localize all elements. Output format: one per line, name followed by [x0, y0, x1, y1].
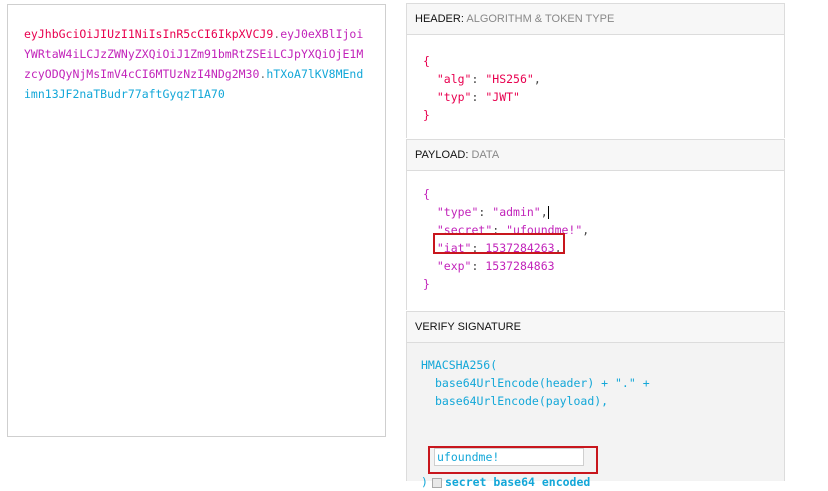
base64-checkbox[interactable] [431, 477, 442, 488]
json-value: "HS256" [485, 72, 534, 86]
header-subtitle: ALGORITHM & TOKEN TYPE [466, 13, 615, 25]
json-key: "typ" [436, 90, 472, 104]
json-key: "alg" [436, 72, 472, 86]
verify-signature-section: VERIFY SIGNATURE HMACSHA256( base64UrlEn… [406, 311, 785, 489]
json-open-brace: { [423, 187, 430, 201]
encoded-token-text[interactable]: eyJhbGciOiJIUzI1NiIsInR5cCI6IkpXVCJ9.eyJ… [24, 24, 364, 104]
hmac-function: HMACSHA256( [421, 358, 498, 372]
json-value: 1537284863 [485, 259, 555, 273]
header-section-title: HEADER: ALGORITHM & TOKEN TYPE [407, 3, 784, 35]
payload-section-title: PAYLOAD: DATA [407, 139, 784, 171]
json-field: "alg": "HS256", [436, 72, 541, 86]
encoded-token-panel[interactable]: eyJhbGciOiJIUzI1NiIsInR5cCI6IkpXVCJ9.eyJ… [7, 4, 386, 437]
json-key: "exp" [436, 259, 472, 273]
json-field: "typ": "JWT" [436, 90, 520, 104]
token-header-part: eyJhbGciOiJIUzI1NiIsInR5cCI6IkpXVCJ9 [24, 27, 274, 41]
json-value: "admin" [492, 205, 541, 219]
text-cursor [547, 206, 549, 219]
hmac-arg-payload: base64UrlEncode(payload), [435, 394, 609, 408]
verify-footer: ) secret base64 encoded [421, 473, 590, 491]
json-sep: , [533, 72, 541, 86]
json-close-brace: } [423, 108, 430, 122]
json-sep: , [582, 223, 590, 237]
json-field: "type": "admin", [436, 205, 549, 219]
json-sep: , [540, 205, 548, 219]
header-section: HEADER: ALGORITHM & TOKEN TYPE { "alg": … [406, 3, 785, 138]
json-value: "JWT" [485, 90, 520, 104]
header-title: HEADER: [415, 13, 464, 25]
json-close-brace: } [423, 277, 430, 291]
header-json-editor[interactable]: { "alg": "HS256", "typ": "JWT" } [407, 35, 784, 124]
payload-json-editor[interactable]: { "type": "admin", "secret": "ufoundme!"… [407, 171, 784, 293]
json-field: "exp": 1537284863 [436, 259, 555, 273]
verify-section-title: VERIFY SIGNATURE [407, 311, 784, 343]
payload-section: PAYLOAD: DATA { "type": "admin", "secret… [406, 139, 785, 310]
hmac-arg-header: base64UrlEncode(header) + "." + [435, 376, 650, 390]
json-open-brace: { [423, 54, 430, 68]
payload-title: PAYLOAD: [415, 149, 469, 161]
json-key: "type" [436, 205, 479, 219]
verify-signature-body: HMACSHA256( base64UrlEncode(header) + ".… [407, 343, 784, 489]
payload-subtitle: DATA [471, 149, 500, 161]
highlight-box-type-field [433, 233, 565, 254]
highlight-box-secret [428, 446, 598, 474]
